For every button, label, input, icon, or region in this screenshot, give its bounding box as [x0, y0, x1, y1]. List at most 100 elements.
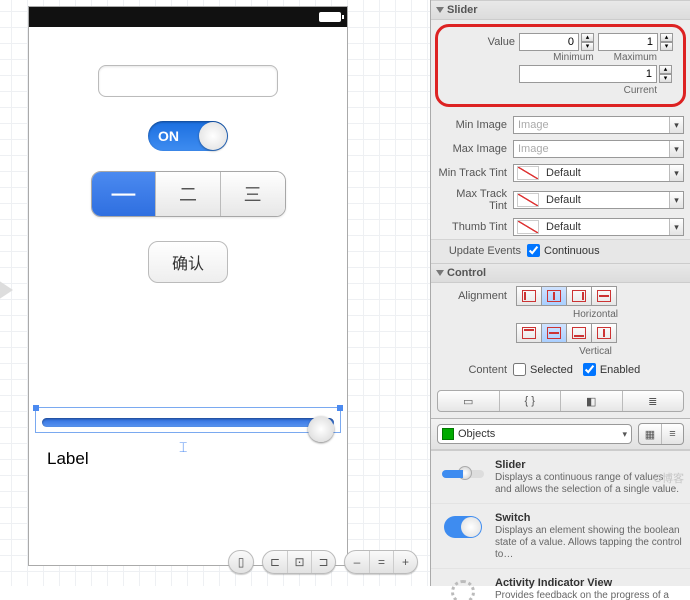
- zoom-in-button[interactable]: +: [393, 551, 417, 573]
- list-view-button[interactable]: ≡: [661, 424, 683, 444]
- watermark-text: O博客: [653, 470, 684, 486]
- tab-list-button[interactable]: ≣: [622, 391, 684, 411]
- min-value-field[interactable]: ▴▾: [519, 33, 594, 51]
- lib-item-desc: Provides feedback on the progress of a t…: [495, 590, 669, 600]
- segment-3[interactable]: 三: [220, 172, 285, 216]
- align-center-button[interactable]: ⊡: [287, 551, 311, 573]
- segment-2[interactable]: 二: [155, 172, 220, 216]
- section-control[interactable]: Control: [431, 263, 690, 283]
- selected-checkbox-input[interactable]: [513, 363, 526, 376]
- align-button-group: ⊏ ⊡ ⊐: [262, 550, 336, 574]
- tab-code-button[interactable]: { }: [499, 391, 561, 411]
- stepper[interactable]: ▴▾: [581, 33, 594, 51]
- continuous-text: Continuous: [544, 245, 600, 257]
- chevron-down-icon[interactable]: ▾: [669, 165, 683, 181]
- switch-on-label: ON: [158, 128, 179, 144]
- segmented-control[interactable]: 一 二 三: [91, 171, 286, 217]
- disclosure-triangle-icon[interactable]: [436, 7, 444, 13]
- align-h-center-button[interactable]: [541, 286, 567, 306]
- align-v-center-button[interactable]: [541, 323, 567, 343]
- align-h-right-button[interactable]: [566, 286, 592, 306]
- lib-item-title: Switch: [495, 512, 682, 524]
- step-down-button[interactable]: ▾: [581, 42, 594, 51]
- current-value-input[interactable]: [519, 65, 657, 83]
- min-tint-combo[interactable]: Default ▾: [513, 164, 684, 182]
- thumb-tint-combo[interactable]: Default ▾: [513, 218, 684, 236]
- step-up-button[interactable]: ▴: [659, 65, 672, 74]
- color-swatch-icon[interactable]: [517, 193, 539, 207]
- zoom-button-group: – = +: [344, 550, 418, 574]
- minimum-sublabel: Minimum: [553, 52, 594, 63]
- align-h-fill-button[interactable]: [591, 286, 617, 306]
- text-cursor-icon: ⌶: [179, 439, 187, 456]
- selection-handle-icon[interactable]: [337, 405, 343, 411]
- min-image-combo[interactable]: Image ▾: [513, 116, 684, 134]
- enabled-checkbox[interactable]: Enabled: [583, 363, 640, 376]
- min-tint-label: Min Track Tint: [437, 167, 513, 179]
- align-v-bottom-button[interactable]: [566, 323, 592, 343]
- enabled-checkbox-input[interactable]: [583, 363, 596, 376]
- chevron-down-icon[interactable]: ▾: [669, 117, 683, 133]
- section-title: Slider: [447, 4, 478, 16]
- library-item[interactable]: Switch Displays an element showing the b…: [431, 504, 690, 569]
- align-v-fill-button[interactable]: [591, 323, 617, 343]
- continuous-checkbox-input[interactable]: [527, 244, 540, 257]
- min-value-input[interactable]: [519, 33, 579, 51]
- slider-selected[interactable]: [35, 407, 341, 433]
- section-slider[interactable]: Slider: [431, 0, 690, 20]
- grid-view-button[interactable]: ▦: [639, 424, 661, 444]
- step-up-button[interactable]: ▴: [660, 33, 673, 42]
- max-value-field[interactable]: ▴▾: [598, 33, 673, 51]
- current-value-field[interactable]: ▴▾: [519, 65, 673, 83]
- zoom-fit-button[interactable]: =: [369, 551, 393, 573]
- disclosure-triangle-icon[interactable]: [436, 270, 444, 276]
- continuous-checkbox[interactable]: Continuous: [527, 244, 600, 257]
- step-up-button[interactable]: ▴: [581, 33, 594, 42]
- min-image-label: Min Image: [437, 119, 513, 131]
- library-dropdown[interactable]: Objects ▾: [437, 424, 632, 444]
- device-button[interactable]: ▯: [229, 551, 253, 573]
- enabled-text: Enabled: [600, 364, 640, 376]
- confirm-button[interactable]: 确认: [148, 241, 228, 283]
- segment-1[interactable]: 一: [92, 172, 156, 216]
- section-title: Control: [447, 267, 486, 279]
- object-library: Objects ▾ ▦ ≡ Slider Displays a continuo…: [431, 418, 690, 600]
- step-down-button[interactable]: ▾: [659, 74, 672, 83]
- max-image-label: Max Image: [437, 143, 513, 155]
- library-item[interactable]: Activity Indicator View Provides feedbac…: [431, 569, 690, 600]
- chevron-down-icon[interactable]: ▾: [669, 192, 683, 208]
- color-swatch-icon[interactable]: [517, 220, 539, 234]
- color-swatch-icon[interactable]: [517, 166, 539, 180]
- tab-file-button[interactable]: ▭: [438, 391, 499, 411]
- library-view-buttons: ▦ ≡: [638, 423, 684, 445]
- step-down-button[interactable]: ▾: [660, 42, 673, 51]
- library-item[interactable]: Slider Displays a continuous range of va…: [431, 451, 690, 504]
- zoom-out-button[interactable]: –: [345, 551, 369, 573]
- align-right-button[interactable]: ⊐: [311, 551, 335, 573]
- maximum-sublabel: Maximum: [614, 52, 657, 63]
- max-tint-combo[interactable]: Default ▾: [513, 191, 684, 209]
- slider-track[interactable]: [42, 418, 334, 427]
- chevron-down-icon[interactable]: ▾: [618, 429, 631, 440]
- switch[interactable]: ON: [148, 121, 228, 151]
- slider-thumb-icon[interactable]: [308, 416, 334, 442]
- selected-checkbox[interactable]: Selected: [513, 363, 573, 376]
- library-list[interactable]: Slider Displays a continuous range of va…: [431, 450, 690, 600]
- selection-handle-icon[interactable]: [33, 405, 39, 411]
- cube-icon: [442, 428, 454, 440]
- content-label: Content: [437, 364, 513, 376]
- max-value-input[interactable]: [598, 33, 658, 51]
- stepper[interactable]: ▴▾: [659, 65, 672, 83]
- uilabel[interactable]: Label: [47, 449, 89, 469]
- stepper[interactable]: ▴▾: [660, 33, 673, 51]
- chevron-down-icon[interactable]: ▾: [669, 219, 683, 235]
- align-v-top-button[interactable]: [516, 323, 542, 343]
- align-h-left-button[interactable]: [516, 286, 542, 306]
- switch-knob-icon: [199, 122, 227, 150]
- activity-indicator-icon: [439, 577, 487, 600]
- max-image-combo[interactable]: Image ▾: [513, 140, 684, 158]
- chevron-down-icon[interactable]: ▾: [669, 141, 683, 157]
- align-left-button[interactable]: ⊏: [263, 551, 287, 573]
- tab-object-button[interactable]: ◧: [560, 391, 622, 411]
- text-field[interactable]: [98, 65, 278, 97]
